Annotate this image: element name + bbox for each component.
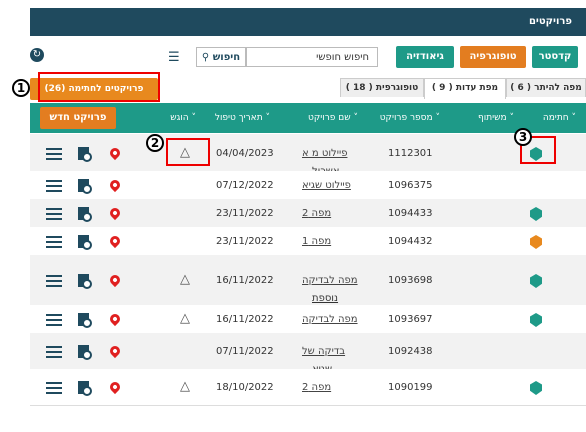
location-pin-icon[interactable] bbox=[107, 272, 123, 288]
annotation-2: 2 bbox=[146, 134, 164, 152]
highlight-box-1 bbox=[38, 72, 160, 102]
project-name-link[interactable]: בדיקה של bbox=[302, 346, 345, 357]
treatment-date: 07/12/2022 bbox=[216, 180, 274, 191]
filter-icon[interactable]: ☰ bbox=[168, 50, 180, 65]
document-search-icon[interactable] bbox=[78, 235, 92, 250]
document-search-icon[interactable] bbox=[78, 313, 92, 328]
menu-icon[interactable] bbox=[46, 382, 62, 394]
topography-button[interactable]: טופוגרפיה bbox=[460, 46, 526, 68]
col-shared[interactable]: משיתוף ˅ bbox=[478, 113, 514, 123]
treatment-date: 18/10/2022 bbox=[216, 382, 274, 393]
table-row[interactable]: △ 18/10/2022 מפה 2 1090199 bbox=[30, 369, 586, 406]
project-name-link[interactable]: מפה לבדיקה bbox=[302, 275, 358, 286]
table-row[interactable]: △04/04/2023פיילוט מ אאשכול1112301 bbox=[30, 134, 586, 177]
table-row[interactable]: △ 16/11/2022 מפה לבדיקה נוספת 1093698 bbox=[30, 255, 586, 306]
menu-icon[interactable] bbox=[46, 346, 62, 358]
location-pin-icon[interactable] bbox=[107, 311, 123, 327]
document-search-icon[interactable] bbox=[78, 179, 92, 194]
location-pin-icon[interactable] bbox=[107, 343, 123, 359]
surveyor-icon: △ bbox=[180, 379, 190, 394]
annotation-1: 1 bbox=[12, 79, 30, 97]
table-row[interactable]: △ 16/11/2022 מפה לבדיקה 1093697 bbox=[30, 305, 586, 334]
tab-testimony-map[interactable]: מפת עדות ( 9 ) bbox=[424, 78, 506, 99]
project-name-link[interactable]: מפה 2 bbox=[302, 208, 331, 219]
project-number: 1092438 bbox=[388, 346, 433, 357]
signature-status-icon bbox=[530, 235, 542, 249]
menu-icon[interactable] bbox=[46, 236, 62, 248]
project-number: 1094432 bbox=[388, 236, 433, 247]
table-row[interactable]: 23/11/2022 מפה 1 1094432 bbox=[30, 227, 586, 256]
table-row[interactable]: 07/12/2022 פיילוט שגיא 1096375 bbox=[30, 171, 586, 200]
table-row[interactable]: 07/11/2022בדיקה שלשגיא1092438 bbox=[30, 333, 586, 375]
menu-icon[interactable] bbox=[46, 208, 62, 220]
location-pin-icon[interactable] bbox=[107, 177, 123, 193]
project-name-link[interactable]: מפה 1 bbox=[302, 236, 331, 247]
treatment-date: 23/11/2022 bbox=[216, 236, 274, 247]
search-input[interactable]: חיפוש חופשי bbox=[246, 47, 378, 67]
location-pin-icon[interactable] bbox=[107, 205, 123, 221]
surveyor-icon: △ bbox=[180, 272, 190, 287]
document-search-icon[interactable] bbox=[78, 381, 92, 396]
treatment-date: 07/11/2022 bbox=[216, 346, 274, 357]
signature-status-icon bbox=[530, 207, 542, 221]
new-project-button[interactable]: פרויקט חדש bbox=[40, 107, 116, 129]
project-name-link-line2[interactable]: נוספת bbox=[312, 293, 338, 304]
signature-status-icon bbox=[530, 381, 542, 395]
page-title: פרויקטים bbox=[528, 16, 572, 27]
location-pin-icon[interactable] bbox=[107, 145, 123, 161]
search-button[interactable]: ⚲ חיפוש bbox=[196, 47, 246, 67]
menu-icon[interactable] bbox=[46, 148, 62, 160]
treatment-date: 04/04/2023 bbox=[216, 148, 274, 159]
app-header: פרויקטים bbox=[30, 8, 586, 36]
table-header: פרויקט חדש חתימה ˅ משיתוף ˅ מספר פרויקט … bbox=[30, 103, 586, 133]
table-row[interactable]: 23/11/2022 מפה 2 1094433 bbox=[30, 199, 586, 228]
project-number: 1094433 bbox=[388, 208, 433, 219]
toolbar: קדסטר טופוגרפיה גיאודזיה חיפוש חופשי ⚲ ח… bbox=[30, 42, 586, 72]
location-pin-icon[interactable] bbox=[107, 233, 123, 249]
menu-icon[interactable] bbox=[46, 180, 62, 192]
col-project-name[interactable]: שם פרויקט ˅ bbox=[308, 113, 358, 123]
col-treatment-date[interactable]: תאריך טיפול ˅ bbox=[215, 113, 270, 123]
surveyor-icon: △ bbox=[180, 311, 190, 326]
col-project-number[interactable]: מספר פרויקט ˅ bbox=[380, 113, 440, 123]
treatment-date: 16/11/2022 bbox=[216, 314, 274, 325]
project-number: 1112301 bbox=[388, 148, 433, 159]
refresh-icon[interactable]: ↻ bbox=[30, 48, 44, 62]
menu-icon[interactable] bbox=[46, 314, 62, 326]
project-name-link[interactable]: פיילוט מ א bbox=[302, 148, 347, 159]
project-number: 1096375 bbox=[388, 180, 433, 191]
document-search-icon[interactable] bbox=[78, 345, 92, 360]
search-icon: ⚲ bbox=[201, 52, 210, 63]
project-name-link[interactable]: פיילוט שגיא bbox=[302, 180, 351, 191]
document-search-icon[interactable] bbox=[78, 147, 92, 162]
tab-topographic[interactable]: טופוגרפית ( 18 ) bbox=[340, 78, 424, 97]
col-signature[interactable]: חתימה ˅ bbox=[543, 113, 576, 123]
signature-status-icon bbox=[530, 313, 542, 327]
document-search-icon[interactable] bbox=[78, 207, 92, 222]
annotation-3: 3 bbox=[514, 128, 532, 146]
treatment-date: 23/11/2022 bbox=[216, 208, 274, 219]
project-number: 1093698 bbox=[388, 275, 433, 286]
location-pin-icon[interactable] bbox=[107, 379, 123, 395]
highlight-box-2 bbox=[166, 138, 210, 166]
signature-status-icon bbox=[530, 274, 542, 288]
project-number: 1093697 bbox=[388, 314, 433, 325]
document-search-icon[interactable] bbox=[78, 274, 92, 289]
cadastre-button[interactable]: קדסטר bbox=[532, 46, 578, 68]
col-submitted[interactable]: הוגש ˅ bbox=[170, 113, 196, 123]
tab-permit-map[interactable]: מפה להיתר ( 6 ) bbox=[506, 78, 586, 97]
project-name-link[interactable]: מפה 2 bbox=[302, 382, 331, 393]
project-name-link[interactable]: מפה לבדיקה bbox=[302, 314, 358, 325]
treatment-date: 16/11/2022 bbox=[216, 275, 274, 286]
menu-icon[interactable] bbox=[46, 275, 62, 287]
geodesy-button[interactable]: גיאודזיה bbox=[396, 46, 454, 68]
project-number: 1090199 bbox=[388, 382, 433, 393]
